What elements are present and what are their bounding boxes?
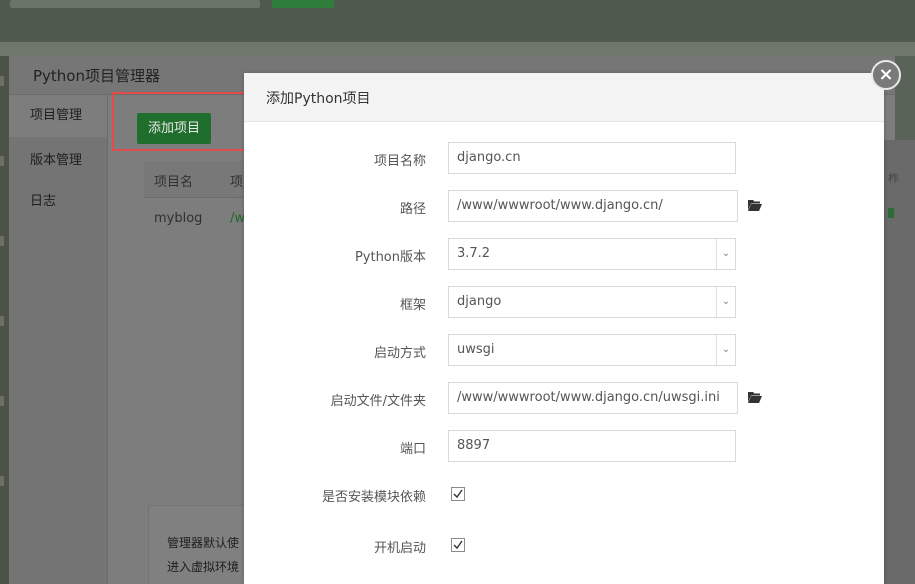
folder-open-icon[interactable] [748, 199, 762, 211]
left-tick [0, 236, 4, 246]
left-tick [0, 396, 4, 406]
nav-item-project-management[interactable]: 项目管理 [9, 95, 107, 137]
port-label: 端口 [399, 442, 426, 457]
start-file-label: 启动文件/文件夹 [330, 394, 426, 409]
right-edge-text: 柞 [888, 172, 899, 185]
note-line: 进入虚拟环境 [167, 560, 240, 574]
form-row-framework: 框架 django ⌄ [244, 286, 884, 320]
banner-text [10, 0, 260, 8]
right-background-edge: 柞 [884, 140, 915, 584]
modal-header: 添加Python项目 [244, 73, 884, 122]
install-deps-checkbox[interactable] [451, 487, 465, 501]
check-icon [453, 540, 463, 550]
close-icon: × [878, 64, 894, 85]
close-modal-button[interactable]: × [871, 60, 901, 90]
chevron-down-icon: ⌄ [716, 287, 735, 317]
start-file-input[interactable]: /www/wwwroot/www.django.cn/uwsgi.ini [448, 382, 738, 414]
background-strip [0, 42, 915, 56]
autostart-label: 开机启动 [373, 541, 426, 556]
form-row-start-method: 启动方式 uwsgi ⌄ [244, 334, 884, 368]
left-tick [0, 156, 4, 166]
manager-sidebar: 项目管理 版本管理 日志 [9, 95, 108, 584]
folder-open-icon[interactable] [748, 391, 762, 403]
path-input[interactable]: /www/wwwroot/www.django.cn/ [448, 190, 738, 222]
left-background-bar [0, 56, 9, 584]
add-project-modal: 添加Python项目 项目名称 django.cn 路径 /www/wwwroo… [244, 73, 884, 584]
project-path-cell[interactable]: /w [230, 211, 245, 226]
highlight-box [112, 92, 259, 151]
path-label: 路径 [399, 202, 426, 217]
python-version-value: 3.7.2 [457, 246, 491, 261]
python-version-label: Python版本 [354, 250, 426, 265]
framework-select[interactable]: django ⌄ [448, 286, 736, 318]
autostart-checkbox[interactable] [451, 538, 465, 552]
banner-button[interactable] [272, 0, 334, 8]
chevron-down-icon: ⌄ [716, 335, 735, 365]
form-row-python-version: Python版本 3.7.2 ⌄ [244, 238, 884, 272]
note-line: 管理器默认使 [167, 536, 240, 550]
start-method-select[interactable]: uwsgi ⌄ [448, 334, 736, 366]
form-row-path: 路径 /www/wwwroot/www.django.cn/ [244, 190, 884, 224]
manager-title: Python项目管理器 [33, 67, 160, 85]
start-method-value: uwsgi [457, 342, 495, 357]
column-header-path: 项 [230, 175, 244, 190]
top-banner [0, 0, 915, 42]
column-header-name: 项目名 [154, 175, 194, 190]
chevron-down-icon: ⌄ [716, 239, 735, 269]
check-icon [453, 489, 463, 499]
framework-label: 框架 [399, 298, 426, 313]
port-input[interactable]: 8897 [448, 430, 736, 462]
nav-item-log[interactable]: 日志 [9, 181, 107, 223]
right-edge-mark [888, 208, 894, 218]
project-name-label: 项目名称 [373, 154, 426, 169]
form-row-project-name: 项目名称 django.cn [244, 142, 884, 176]
left-tick [0, 316, 4, 326]
left-tick [0, 476, 4, 486]
nav-item-version-management[interactable]: 版本管理 [9, 140, 107, 182]
start-method-label: 启动方式 [373, 346, 426, 361]
python-version-select[interactable]: 3.7.2 ⌄ [448, 238, 736, 270]
modal-title: 添加Python项目 [266, 91, 371, 107]
form-row-port: 端口 8897 [244, 430, 884, 464]
form-row-install-deps: 是否安装模块依赖 [244, 478, 884, 512]
form-row-start-file: 启动文件/文件夹 /www/wwwroot/www.django.cn/uwsg… [244, 382, 884, 416]
framework-value: django [457, 294, 502, 309]
project-name-cell[interactable]: myblog [154, 211, 202, 226]
screen: Python项目管理器 项目管理 版本管理 日志 添加项目 项目名 项 mybl… [0, 0, 915, 584]
left-tick [0, 76, 4, 86]
project-name-input[interactable]: django.cn [448, 142, 736, 174]
form-row-autostart: 开机启动 [244, 529, 884, 563]
install-deps-label: 是否安装模块依赖 [321, 490, 426, 505]
